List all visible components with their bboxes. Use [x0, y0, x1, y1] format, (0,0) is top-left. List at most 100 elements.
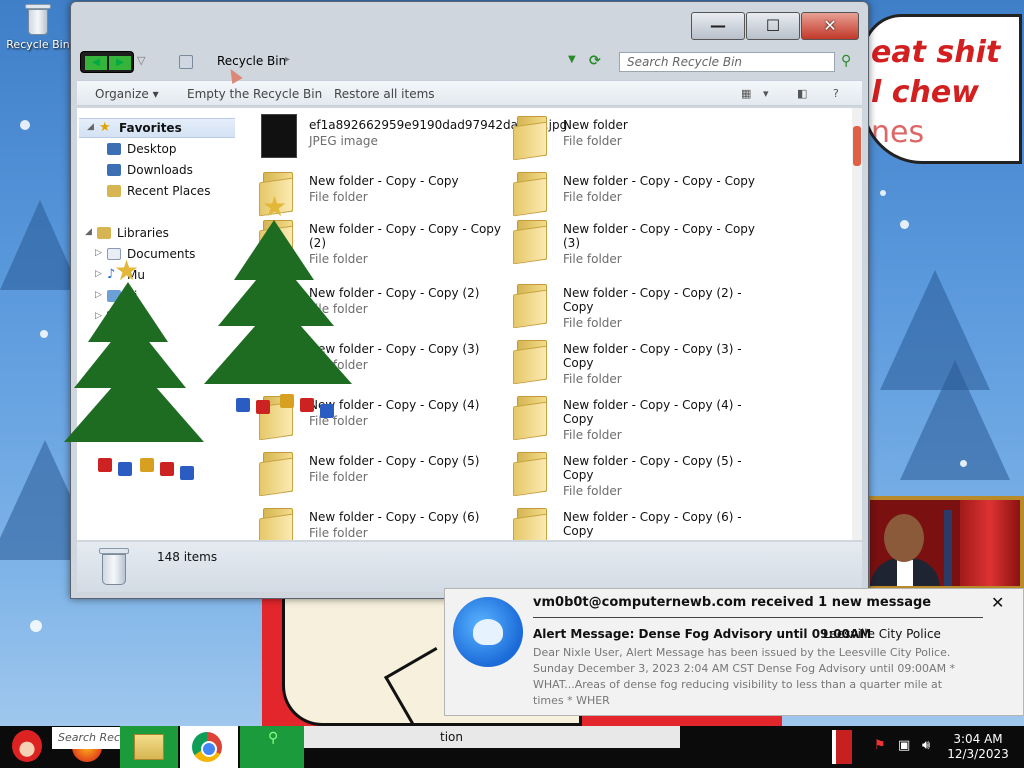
- file-type: File folder: [309, 414, 368, 428]
- search-icon[interactable]: ⚲: [841, 53, 851, 69]
- file-item[interactable]: New folder - Copy - Copy - Copy File fold…: [509, 168, 759, 222]
- taskbar-chrome[interactable]: [180, 726, 238, 768]
- recycle-bin-icon: [179, 55, 193, 69]
- folder-icon: [259, 452, 297, 497]
- view-options-icon[interactable]: ▦: [741, 87, 751, 100]
- file-item[interactable]: New folder - Copy - Copy (5) File folder: [255, 448, 505, 502]
- minimize-icon: —: [710, 16, 726, 35]
- search-icon: ⚲: [268, 730, 279, 746]
- scrollbar-thumb[interactable]: [853, 126, 861, 166]
- thunderbird-icon: [453, 597, 523, 667]
- mail-notification[interactable]: vm0b0t@computernewb.com received 1 new m…: [444, 588, 1024, 716]
- file-type: JPEG image: [309, 134, 378, 148]
- file-name: New folder - Copy - Copy (5) - Copy: [563, 454, 742, 482]
- expand-icon: ◢: [87, 122, 94, 132]
- file-type: File folder: [563, 484, 622, 498]
- address-chevron-icon[interactable]: ▸: [285, 54, 290, 65]
- taskbar-app[interactable]: ⚲: [240, 726, 304, 768]
- nav-libraries[interactable]: ◢ Libraries: [77, 224, 243, 244]
- portrait-photo: [866, 496, 1024, 590]
- search-input[interactable]: Search Recycle Bin: [619, 52, 835, 72]
- recent-pages-dropdown[interactable]: ▽: [137, 54, 145, 67]
- file-type: File folder: [563, 134, 622, 148]
- volume-icon[interactable]: 🔊︎: [922, 738, 930, 753]
- close-icon: ✕: [823, 16, 837, 35]
- speech-line-2: l chew: [871, 75, 979, 110]
- folder-icon: [513, 508, 551, 540]
- folder-icon: [513, 452, 551, 497]
- organize-label: Organize: [95, 87, 149, 101]
- snowflake: [880, 190, 886, 196]
- nav-favorites[interactable]: ◢ ★ Favorites: [79, 118, 235, 138]
- address-dropdown-icon[interactable]: ▼: [568, 54, 576, 65]
- file-item[interactable]: ef1a892662959e9190dad97942daf95a.jpg JPEG…: [255, 112, 567, 166]
- flag-icon[interactable]: ⚑: [874, 738, 886, 753]
- command-bar: Organize ▾ Empty the Recycle Bin Restore…: [77, 80, 862, 106]
- file-item[interactable]: New folder - Copy - Copy (5) - Copy File …: [509, 448, 759, 502]
- nav-item-recent-places[interactable]: Recent Places: [77, 182, 243, 202]
- file-item[interactable]: New folder - Copy - Copy (3) - Copy File …: [509, 336, 759, 390]
- taskbar-explorer[interactable]: [120, 726, 178, 768]
- file-item[interactable]: New folder - Copy - Copy - Copy (3) File …: [509, 216, 759, 270]
- taskbar-search-input[interactable]: Search Recy: [52, 727, 120, 749]
- maximize-button[interactable]: ☐: [746, 12, 800, 40]
- file-name: New folder - Copy - Copy - Copy: [563, 174, 756, 188]
- vertical-scrollbar[interactable]: [852, 108, 862, 540]
- file-item[interactable]: New folder - Copy - Copy (2) - Copy File …: [509, 280, 759, 334]
- folder-icon: [513, 340, 551, 385]
- file-type: File folder: [309, 470, 368, 484]
- speech-line-3: nes: [871, 115, 925, 150]
- file-name: New folder: [563, 118, 628, 132]
- address-location[interactable]: Recycle Bin: [217, 54, 286, 68]
- snowflake: [960, 460, 967, 467]
- snowflake: [40, 330, 48, 338]
- file-type: File folder: [563, 190, 622, 204]
- file-item[interactable]: New folder - Copy - Copy (4) - Copy File …: [509, 392, 759, 446]
- title-bar[interactable]: — ☐ ✕: [71, 2, 868, 46]
- speech-bubble: eat shit l chew nes: [862, 14, 1022, 164]
- santa-icon: [12, 730, 42, 762]
- snowflake: [20, 120, 30, 130]
- desktop-recycle-bin[interactable]: Recycle Bin: [4, 4, 72, 51]
- start-button[interactable]: [2, 726, 50, 768]
- file-name: New folder - Copy - Copy (3) - Copy: [563, 342, 742, 370]
- taskbar-strip[interactable]: tion: [304, 726, 680, 748]
- file-type: File folder: [563, 372, 622, 386]
- restore-all-button[interactable]: Restore all items: [334, 87, 435, 101]
- address-row: ◀ ▶ ▽ Recycle Bin ▸ ▼ ⟳ Search Recycle B…: [71, 46, 868, 78]
- nav-item-desktop[interactable]: Desktop: [77, 140, 243, 160]
- tray-app-icon[interactable]: [832, 730, 852, 764]
- star-icon: ★: [114, 254, 140, 287]
- nav-item-downloads[interactable]: Downloads: [77, 161, 243, 181]
- notification-sender: Leesville City Police: [823, 627, 941, 641]
- content-area: ◢ ★ Favorites Desktop Downloads Recent P…: [77, 108, 862, 540]
- file-item[interactable]: New folder - Copy - Copy File folder: [255, 168, 505, 222]
- maximize-icon: ☐: [765, 16, 781, 35]
- forward-button[interactable]: ▶: [109, 56, 131, 70]
- file-item[interactable]: New folder - Copy - Copy (6) File folder: [255, 504, 505, 540]
- explorer-window[interactable]: — ☐ ✕ ◀ ▶ ▽ Recycle Bin ▸ ▼ ⟳ Search Rec…: [70, 1, 869, 599]
- file-name: New folder - Copy - Copy (2) - Copy: [563, 286, 742, 314]
- folder-icon: [513, 220, 551, 265]
- file-item[interactable]: New folder File folder: [509, 112, 759, 166]
- snowflake: [30, 620, 42, 632]
- recycle-bin-icon: [99, 548, 129, 586]
- close-button[interactable]: ✕: [801, 12, 859, 40]
- minimize-button[interactable]: —: [691, 12, 745, 40]
- empty-recycle-bin-button[interactable]: Empty the Recycle Bin: [187, 87, 322, 101]
- clock[interactable]: 3:04 AM 12/3/2023: [946, 732, 1010, 762]
- refresh-icon[interactable]: ⟳: [589, 53, 601, 69]
- help-button[interactable]: ?: [833, 87, 839, 100]
- speech-line-1: eat shit: [871, 35, 1001, 70]
- network-icon[interactable]: ▣: [898, 738, 910, 753]
- file-item[interactable]: New folder - Copy - Copy (6) - CopyFile …: [509, 504, 759, 540]
- folder-icon: [513, 116, 551, 161]
- notification-close-button[interactable]: ✕: [991, 593, 1004, 612]
- recycle-bin-icon: [25, 4, 51, 36]
- file-name: New folder - Copy - Copy (6) - Copy: [563, 510, 742, 538]
- view-dropdown-icon[interactable]: ▾: [763, 87, 769, 100]
- preview-pane-icon[interactable]: ◧: [797, 87, 807, 100]
- organize-button[interactable]: Organize ▾: [95, 87, 159, 101]
- back-button[interactable]: ◀: [85, 56, 107, 70]
- wallpaper-tree: [0, 200, 80, 290]
